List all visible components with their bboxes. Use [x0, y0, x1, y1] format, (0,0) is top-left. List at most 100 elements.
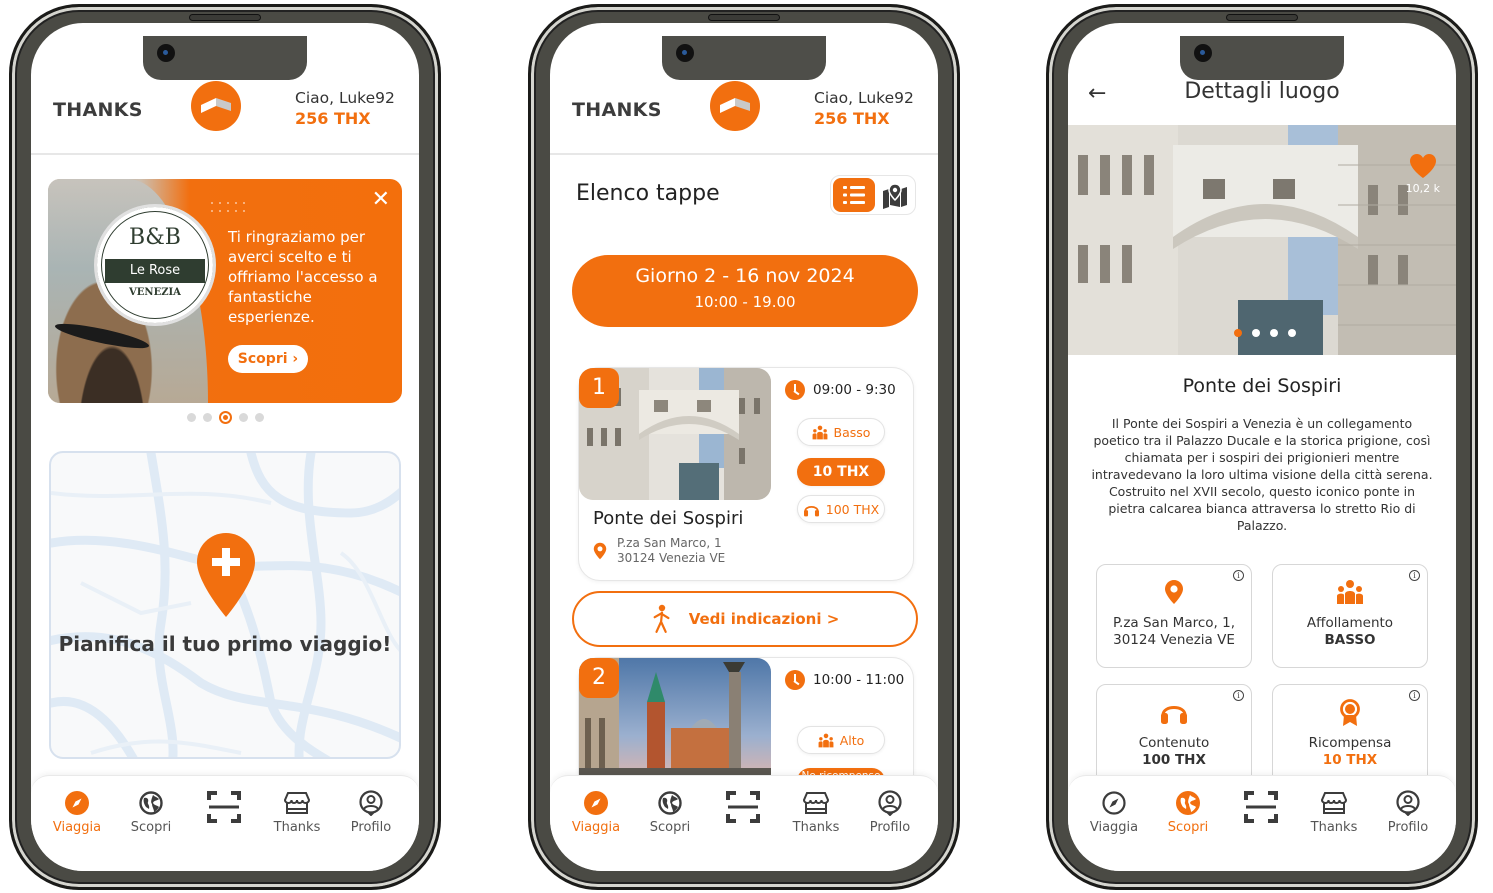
thx-balance: 256 THX — [814, 109, 890, 128]
nav-label: Scopri — [1167, 820, 1209, 835]
clock-icon — [785, 670, 805, 690]
carousel-dot[interactable] — [1252, 329, 1260, 337]
clock-icon — [785, 380, 805, 400]
nav-item-scan[interactable] — [1225, 790, 1297, 828]
promo-text: Ti ringraziamo per averci scelto e ti of… — [228, 228, 378, 326]
reward-badge: 10 THX — [797, 458, 885, 486]
nav-item-scan[interactable] — [188, 790, 260, 828]
carousel-dot-active[interactable] — [1234, 329, 1242, 337]
nav-item-thanks[interactable]: Thanks — [1298, 790, 1370, 835]
carousel-dot[interactable] — [1270, 329, 1278, 337]
place-name: Ponte dei Sospiri — [1182, 375, 1342, 397]
profile-icon — [358, 790, 384, 816]
map-view-button[interactable] — [881, 182, 909, 210]
day-banner[interactable]: Giorno 2 - 16 nov 2024 10:00 - 19.00 — [572, 255, 918, 327]
info-card-crowd[interactable]: i Affollamento BASSO — [1272, 564, 1428, 668]
nav-label: Scopri — [649, 820, 691, 835]
info-card-content[interactable]: i Contenuto 100 THX — [1096, 684, 1252, 788]
like-count: 10,2 k — [1405, 182, 1440, 195]
screen-itinerary: THANKS Ciao, Luke92 256 THX Elenco tappe… — [550, 23, 938, 871]
badge-name: Le Rose — [105, 259, 205, 283]
crowd-level-badge: Basso — [797, 418, 885, 446]
promo-banner[interactable]: B&B Le Rose VENEZIA Ti ringraziamo per a… — [48, 179, 402, 403]
logo-icon — [719, 95, 751, 117]
nav-item-scan[interactable] — [707, 790, 779, 828]
front-camera — [676, 44, 694, 62]
headphones-icon — [803, 502, 820, 517]
nav-item-profilo[interactable]: Profilo — [335, 790, 407, 835]
stop-number: 1 — [579, 368, 619, 408]
nav-label: Viaggia — [52, 820, 102, 835]
info-card-reward[interactable]: i Ricompensa 10 THX — [1272, 684, 1428, 788]
scan-icon — [1244, 790, 1278, 824]
carousel-dot[interactable] — [202, 413, 212, 422]
front-camera — [1194, 44, 1212, 62]
stop-name: Ponte dei Sospiri — [593, 508, 744, 529]
crowd-icon — [818, 733, 834, 748]
stop-card[interactable]: 1 09:00 - 9:30 Basso 10 THX 100 THX Pont… — [578, 367, 914, 581]
speaker-grille — [708, 14, 780, 21]
nav-item-scopri[interactable]: Scopri — [634, 790, 706, 835]
app-logo[interactable] — [191, 81, 241, 131]
nav-item-thanks[interactable]: Thanks — [261, 790, 333, 835]
nav-label: Viaggia — [571, 820, 621, 835]
profile-icon — [1395, 790, 1421, 816]
phone-itinerary: THANKS Ciao, Luke92 256 THX Elenco tappe… — [528, 4, 960, 890]
logo-icon — [200, 95, 232, 117]
promo-discover-button[interactable]: Scopri › — [228, 345, 308, 373]
stop-time: 10:00 - 11:00 — [785, 670, 904, 690]
place-photo-carousel[interactable]: 10,2 k — [1068, 125, 1456, 355]
front-camera — [157, 44, 175, 62]
nav-label: Thanks — [1310, 820, 1358, 835]
compass-icon — [1101, 790, 1127, 816]
carousel-dot[interactable] — [186, 413, 196, 422]
phone-place-details: ← Dettagli luogo 10,2 k Ponte dei Sospir… — [1046, 4, 1478, 890]
promo-carousel-dots — [31, 411, 419, 424]
nav-item-scopri[interactable]: Scopri — [115, 790, 187, 835]
directions-button[interactable]: Vedi indicazioni > — [572, 591, 918, 647]
brand-name: THANKS — [572, 99, 662, 121]
bottom-nav: Viaggia Scopri Thanks Profilo — [1068, 775, 1456, 871]
info-card-address[interactable]: i P.za San Marco, 1, 30124 Venezia VE — [1096, 564, 1252, 668]
nav-item-viaggia[interactable]: Viaggia — [41, 790, 113, 835]
compass-icon — [64, 790, 90, 816]
carousel-dot[interactable] — [1288, 329, 1296, 337]
shop-icon — [284, 790, 310, 816]
page-title: Elenco tappe — [576, 181, 720, 206]
list-view-button[interactable] — [833, 178, 875, 212]
nav-item-viaggia[interactable]: Viaggia — [560, 790, 632, 835]
heart-icon — [1409, 154, 1436, 178]
stop-time-text: 10:00 - 11:00 — [813, 672, 905, 688]
list-icon — [843, 186, 865, 204]
crowd-icon — [1336, 579, 1364, 605]
walking-icon — [651, 604, 673, 634]
nav-item-profilo[interactable]: Profilo — [1372, 790, 1444, 835]
nav-item-profilo[interactable]: Profilo — [854, 790, 926, 835]
view-toggle — [830, 175, 916, 215]
nav-label: Profilo — [1387, 820, 1429, 835]
stop-address-line1: P.za San Marco, 1 — [617, 536, 722, 550]
nav-item-viaggia[interactable]: Viaggia — [1078, 790, 1150, 835]
stop-photo: 1 — [579, 368, 771, 500]
app-logo[interactable] — [710, 81, 760, 131]
profile-icon — [877, 790, 903, 816]
user-greeting: Ciao, Luke92 — [295, 89, 395, 107]
shop-icon — [1321, 790, 1347, 816]
notch — [1180, 36, 1344, 80]
nav-item-thanks[interactable]: Thanks — [780, 790, 852, 835]
plan-trip-card[interactable]: Pianifica il tuo primo viaggio! — [49, 451, 401, 759]
shop-icon — [803, 790, 829, 816]
info-label: Affollamento — [1306, 615, 1394, 631]
carousel-dot[interactable] — [238, 413, 248, 422]
carousel-dot-active[interactable] — [218, 411, 232, 424]
dots-pattern-decoration — [211, 202, 245, 212]
info-label: Ricompensa — [1308, 735, 1392, 751]
nav-item-scopri[interactable]: Scopri — [1152, 790, 1224, 835]
promo-discover-label: Scopri — [237, 351, 288, 367]
carousel-dot[interactable] — [254, 413, 264, 422]
close-icon[interactable]: ✕ — [372, 189, 390, 211]
stop-address: P.za San Marco, 1 30124 Venezia VE — [617, 536, 725, 566]
like-button[interactable]: 10,2 k — [1406, 153, 1440, 195]
thx-balance: 256 THX — [295, 109, 371, 128]
info-label: Contenuto — [1138, 735, 1210, 751]
